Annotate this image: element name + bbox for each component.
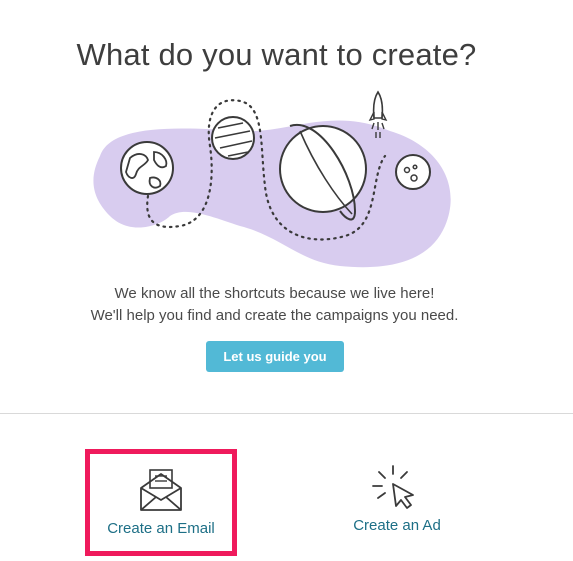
globe-planet-icon (120, 141, 174, 195)
moon-icon (395, 154, 431, 190)
cursor-click-icon (372, 465, 414, 509)
create-email-label: Create an Email (107, 520, 215, 537)
intro-line-1: We know all the shortcuts because we liv… (114, 285, 435, 302)
create-ad-label: Create an Ad (353, 517, 441, 534)
create-ad-option[interactable]: Create an Ad (322, 454, 472, 554)
section-divider (0, 413, 573, 414)
guide-button[interactable]: Let us guide you (206, 341, 344, 372)
striped-planet-icon (211, 116, 255, 160)
intro-line-2: We'll help you find and create the campa… (90, 307, 459, 324)
intro-text: We know all the shortcuts because we liv… (0, 283, 549, 327)
envelope-icon (140, 469, 182, 511)
page-title: What do you want to create? (76, 36, 477, 72)
create-email-option[interactable]: Create an Email (85, 449, 237, 556)
space-illustration (93, 90, 451, 268)
